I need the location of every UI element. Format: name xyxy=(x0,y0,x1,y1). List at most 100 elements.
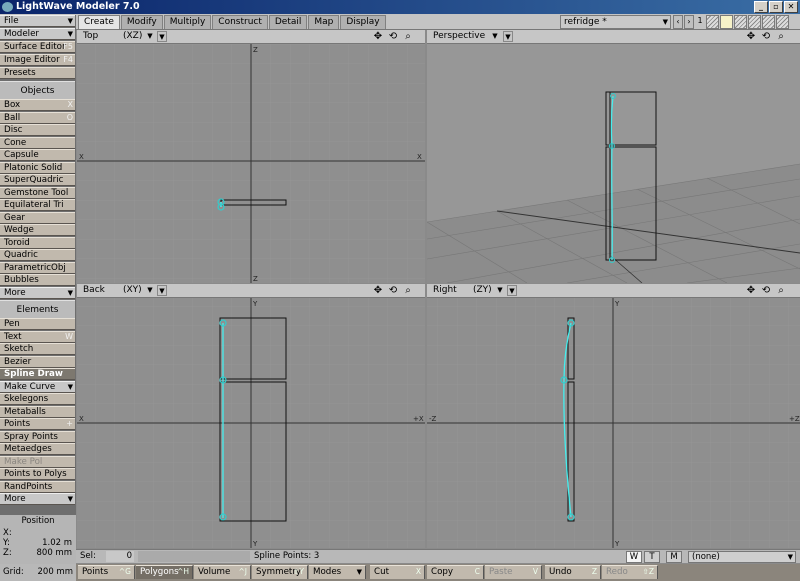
layer-slot-6[interactable] xyxy=(776,15,789,29)
elements-make-pol-button[interactable]: Make Pol xyxy=(0,455,75,468)
file-menu-button[interactable]: File ▼ xyxy=(0,15,75,27)
redo-button[interactable]: Redo ⇧Z xyxy=(602,565,658,579)
objects-platonic-solid-button[interactable]: Platonic Solid xyxy=(0,161,75,174)
elements-pen-button[interactable]: Pen xyxy=(0,318,75,330)
objects-ball-button[interactable]: Ball O xyxy=(0,111,75,124)
view-type-dropdown[interactable]: ▼ xyxy=(145,285,155,296)
render-mode-dropdown[interactable]: ▼ xyxy=(157,31,167,42)
tab-create[interactable]: Create xyxy=(78,15,120,29)
elements-sketch-button[interactable]: Sketch xyxy=(0,343,75,355)
layer-slot-3[interactable] xyxy=(734,15,747,29)
zoom-view-icon[interactable]: ⌕ xyxy=(402,31,414,43)
tab-multiply[interactable]: Multiply xyxy=(163,15,212,29)
modes-dropdown[interactable]: Modes ▼ xyxy=(309,565,366,579)
move-view-icon[interactable]: ✥ xyxy=(372,285,384,297)
elements-skelegons-button[interactable]: Skelegons xyxy=(0,393,75,405)
maximize-button[interactable]: ▫ xyxy=(769,1,783,13)
render-mode-dropdown[interactable]: ▼ xyxy=(507,285,517,296)
points-mode-button[interactable]: Points ^G xyxy=(78,565,135,579)
objects-bubbles-button[interactable]: Bubbles xyxy=(0,274,75,286)
rotate-view-icon[interactable]: ⟲ xyxy=(387,31,399,43)
layer-slot-2[interactable] xyxy=(720,15,733,29)
move-view-icon[interactable]: ✥ xyxy=(745,31,757,43)
tab-construct[interactable]: Construct xyxy=(212,15,268,29)
objects-toroid-button[interactable]: Toroid xyxy=(0,236,75,249)
axis-label: Y xyxy=(614,300,620,308)
symmetry-button[interactable]: Symmetry ⇧Y xyxy=(252,565,308,579)
objects-box-button[interactable]: Box X xyxy=(0,99,75,111)
view-type-dropdown[interactable]: ▼ xyxy=(490,31,500,42)
objects-equilateral-tri-button[interactable]: Equilateral Tri xyxy=(0,199,75,211)
cut-button[interactable]: Cut X xyxy=(370,565,425,579)
shortcut-label: Z xyxy=(591,567,597,576)
button-label: More xyxy=(4,494,26,504)
tab-modify[interactable]: Modify xyxy=(120,15,163,29)
elements-points-to-polys-button[interactable]: Points to Polys xyxy=(0,468,75,480)
vertex-map-select[interactable]: (none) ▼ xyxy=(688,551,796,563)
viewport-right[interactable]: Right (ZY) ▼ ▼ ✥ ⟲ ⌕ Y Y -Z +Z xyxy=(427,284,800,548)
zoom-view-icon[interactable]: ⌕ xyxy=(775,285,787,297)
elements-bezier-button[interactable]: Bezier xyxy=(0,355,75,368)
elements-metaballs-button[interactable]: Metaballs xyxy=(0,405,75,418)
objects-capsule-button[interactable]: Capsule xyxy=(0,149,75,161)
viewport-back[interactable]: Back (XY) ▼ ▼ ✥ ⟲ ⌕ Y Y X +X xyxy=(77,284,425,548)
prev-layer-button[interactable]: ‹ xyxy=(673,15,683,29)
viewport-name: Top xyxy=(83,31,99,41)
tab-display[interactable]: Display xyxy=(340,15,386,29)
objects-wedge-button[interactable]: Wedge xyxy=(0,224,75,236)
rotate-view-icon[interactable]: ⟲ xyxy=(387,285,399,297)
modeler-menu-button[interactable]: Modeler ▼ xyxy=(0,28,75,40)
objects-quadric-button[interactable]: Quadric xyxy=(0,249,75,261)
objects-gemstone-tool-button[interactable]: Gemstone Tool xyxy=(0,186,75,199)
copy-button[interactable]: Copy C xyxy=(427,565,484,579)
move-view-icon[interactable]: ✥ xyxy=(745,285,757,297)
minimize-button[interactable]: _ xyxy=(754,1,768,13)
objects-disc-button[interactable]: Disc xyxy=(0,124,75,136)
move-view-icon[interactable]: ✥ xyxy=(372,31,384,43)
title-bar: LightWave Modeler 7.0 _ ▫ ✕ xyxy=(0,0,800,14)
next-layer-button[interactable]: › xyxy=(684,15,694,29)
layer-slot-4[interactable] xyxy=(748,15,761,29)
button-label: Quadric xyxy=(4,250,38,260)
weight-map-toggle[interactable]: W xyxy=(626,551,642,563)
tab-map[interactable]: Map xyxy=(308,15,340,29)
elements-text-button[interactable]: Text W xyxy=(0,330,75,343)
objects-superquadric-button[interactable]: SuperQuadric xyxy=(0,174,75,186)
image-editor-button[interactable]: Image Editor F4 xyxy=(0,54,75,66)
rotate-view-icon[interactable]: ⟲ xyxy=(760,285,772,297)
morph-map-toggle[interactable]: M xyxy=(666,551,682,563)
view-type-dropdown[interactable]: ▼ xyxy=(145,31,155,42)
zoom-view-icon[interactable]: ⌕ xyxy=(402,285,414,297)
paste-button[interactable]: Paste V xyxy=(485,565,542,579)
elements-points-button[interactable]: Points + xyxy=(0,418,75,430)
objects-more-button[interactable]: More ▼ xyxy=(0,286,75,299)
render-mode-dropdown[interactable]: ▼ xyxy=(503,31,513,42)
elements-metaedges-button[interactable]: Metaedges xyxy=(0,443,75,455)
tab-detail[interactable]: Detail xyxy=(268,15,308,29)
surface-editor-button[interactable]: Surface Editor F5 xyxy=(0,41,75,53)
elements-more-button[interactable]: More ▼ xyxy=(0,493,75,505)
undo-button[interactable]: Undo Z xyxy=(545,565,601,579)
current-object-select[interactable]: refridge * ▼ xyxy=(560,15,671,29)
close-button[interactable]: ✕ xyxy=(784,1,798,13)
polygons-mode-button[interactable]: Polygons ^H xyxy=(136,565,193,579)
rotate-view-icon[interactable]: ⟲ xyxy=(760,31,772,43)
viewport-perspective[interactable]: Perspective ▼ ▼ ✥ ⟲ ⌕ xyxy=(427,30,800,283)
presets-button[interactable]: Presets xyxy=(0,67,75,79)
objects-parametricobj-button[interactable]: ParametricObj xyxy=(0,261,75,274)
layer-slot-1[interactable] xyxy=(706,15,719,29)
objects-gear-button[interactable]: Gear xyxy=(0,211,75,224)
zoom-view-icon[interactable]: ⌕ xyxy=(775,31,787,43)
render-mode-dropdown[interactable]: ▼ xyxy=(157,285,167,296)
view-type-dropdown[interactable]: ▼ xyxy=(495,285,505,296)
shortcut-label: C xyxy=(474,567,480,576)
elements-spray-points-button[interactable]: Spray Points xyxy=(0,430,75,443)
texture-map-toggle[interactable]: T xyxy=(644,551,660,563)
objects-cone-button[interactable]: Cone xyxy=(0,136,75,149)
viewport-top[interactable]: Top (XZ) ▼ ▼ ✥ ⟲ ⌕ Z Z X X xyxy=(77,30,425,283)
layer-slot-5[interactable] xyxy=(762,15,775,29)
elements-spline-draw-button[interactable]: Spline Draw xyxy=(0,368,75,380)
elements-make-curve-button[interactable]: Make Curve ▼ xyxy=(0,380,75,393)
volume-mode-button[interactable]: Volume ^J xyxy=(194,565,251,579)
elements-randpoints-button[interactable]: RandPoints xyxy=(0,480,75,493)
